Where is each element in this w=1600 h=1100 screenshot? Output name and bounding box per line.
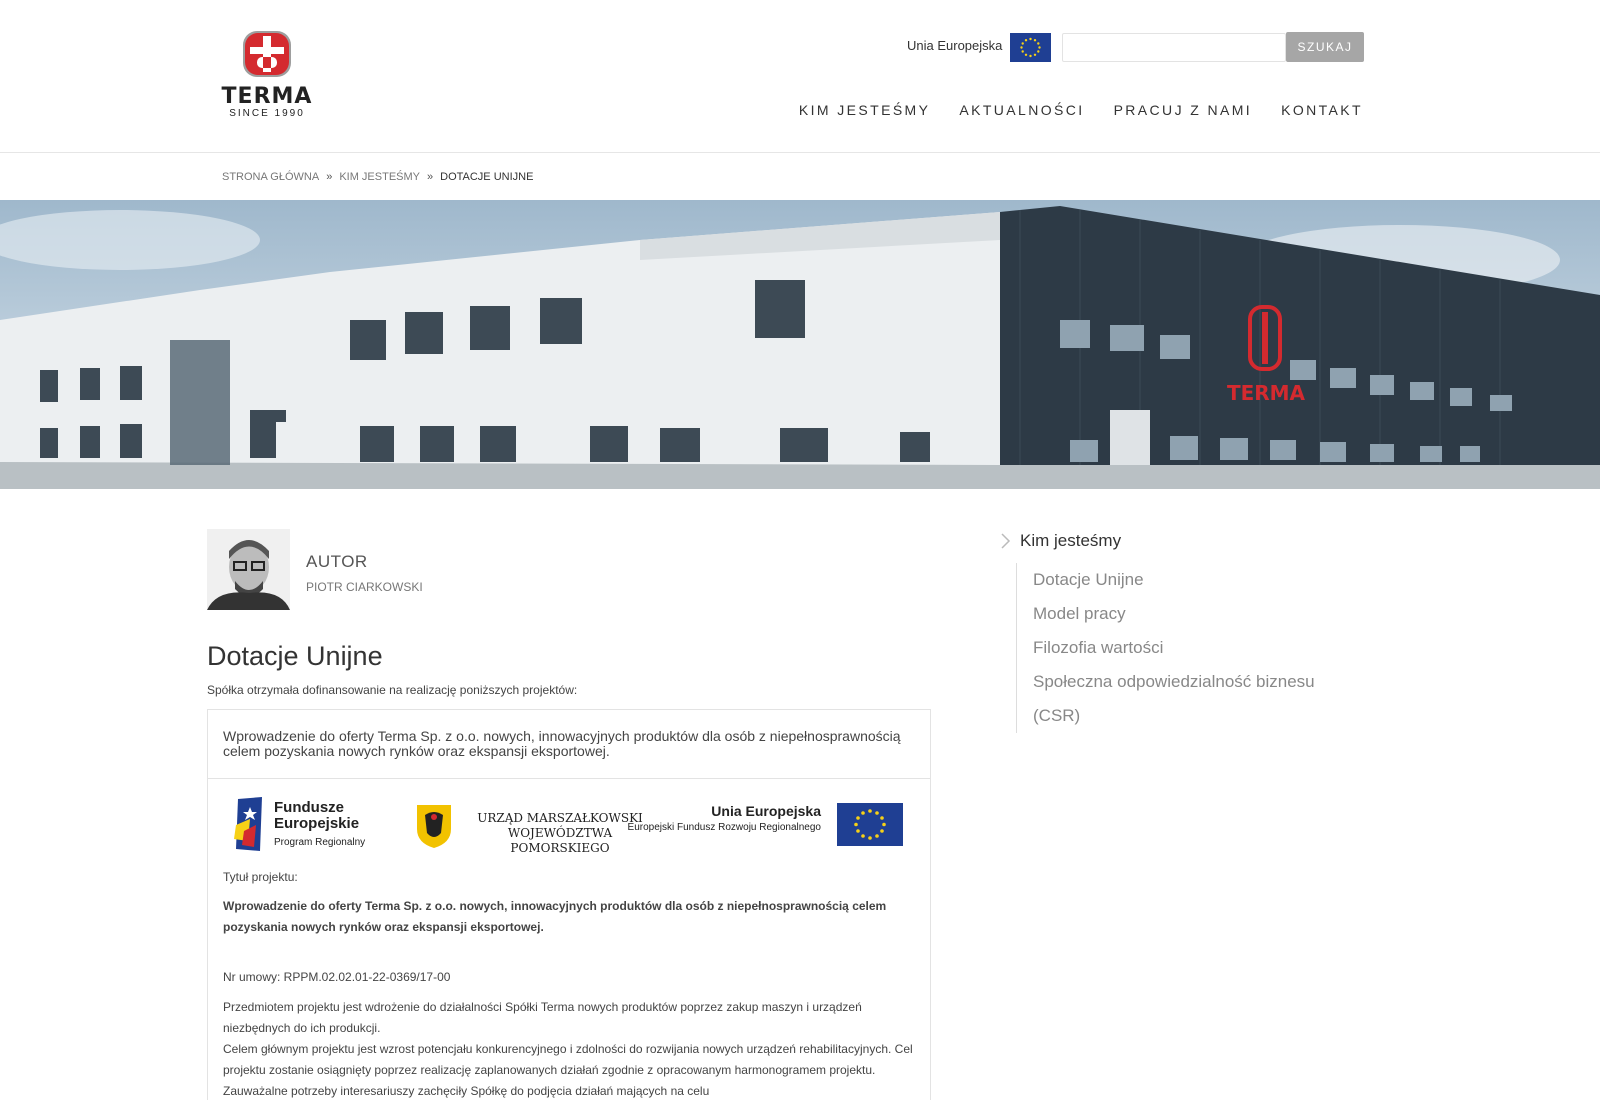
eu-link[interactable]: Unia Europejska xyxy=(907,38,1002,53)
project-card: Wprowadzenie do oferty Terma Sp. z o.o. … xyxy=(207,709,931,1100)
logo-since: SINCE 1990 xyxy=(229,108,305,119)
fundusze-europejskie-logo: Fundusze Europejskie Program Regionalny xyxy=(230,795,380,855)
author-avatar xyxy=(207,529,290,610)
project-heading: Wprowadzenie do oferty Terma Sp. z o.o. … xyxy=(208,710,930,779)
nav-item-aktualnosci[interactable]: AKTUALNOŚCI xyxy=(959,102,1084,118)
logo-wordmark: TERMA xyxy=(221,84,313,109)
terma-emblem-icon xyxy=(243,31,291,77)
ue-subtitle: Europejski Fundusz Rozwoju Regionalnego xyxy=(627,822,821,833)
chevron-right-icon xyxy=(1001,533,1011,549)
eu-flag-icon xyxy=(837,803,903,846)
sidebar-title[interactable]: Kim jesteśmy xyxy=(1000,531,1330,551)
fe-subtitle: Program Regionalny xyxy=(274,837,366,848)
eu-flag-icon[interactable] xyxy=(1010,33,1051,62)
breadcrumb-separator: » xyxy=(326,170,333,183)
ue-title: Unia Europejska xyxy=(711,803,821,819)
nav-item-kontakt[interactable]: KONTAKT xyxy=(1281,102,1363,118)
page-title: Dotacje Unijne xyxy=(207,641,383,671)
unia-europejska-logo: Unia Europejska Europejski Fundusz Rozwo… xyxy=(628,803,903,849)
intro-text: Spółka otrzymała dofinansowanie na reali… xyxy=(207,683,578,697)
nav-item-kim-jestesmy[interactable]: KIM JESTEŚMY xyxy=(799,102,930,118)
project-goal: Celem głównym projektu jest wzrost poten… xyxy=(223,1042,913,1098)
sidebar-nav: Kim jesteśmy Dotacje Unijne Model pracy … xyxy=(1000,531,1330,733)
sidebar-item-model-pracy[interactable]: Model pracy xyxy=(1033,597,1330,631)
sidebar-item-filozofia-wartosci[interactable]: Filozofia wartości xyxy=(1033,631,1330,665)
sidebar-title-label: Kim jesteśmy xyxy=(1020,531,1122,550)
project-description: Przedmiotem projektu jest wdrożenie do d… xyxy=(223,1000,862,1035)
hero-banner: TERMA xyxy=(0,200,1600,489)
building-sign: TERMA xyxy=(1227,381,1306,405)
site-header: TERMA SINCE 1990 Unia Europejska SZUKAJ … xyxy=(0,0,1600,153)
sidebar-item-dotacje-unijne[interactable]: Dotacje Unijne xyxy=(1033,563,1330,597)
author-name[interactable]: PIOTR CIARKOWSKI xyxy=(306,580,423,594)
sidebar-list: Dotacje Unijne Model pracy Filozofia war… xyxy=(1016,563,1330,733)
breadcrumb: STRONA GŁÓWNA » KIM JESTEŚMY » DOTACJE U… xyxy=(0,153,1600,200)
fe-title: Fundusze Europejskie xyxy=(274,799,360,832)
terma-logo[interactable]: TERMA SINCE 1990 xyxy=(212,30,322,120)
project-title-label: Tytuł projektu: xyxy=(223,870,298,884)
factory-building-image: TERMA xyxy=(0,200,1600,489)
contract-number: Nr umowy: RPPM.02.02.01-22-0369/17-00 xyxy=(223,970,451,984)
main-nav: KIM JESTEŚMY AKTUALNOŚCI PRACUJ Z NAMI K… xyxy=(799,102,1363,118)
breadcrumb-separator: » xyxy=(427,170,434,183)
nav-item-pracuj-z-nami[interactable]: PRACUJ Z NAMI xyxy=(1114,102,1253,118)
sidebar-item-csr[interactable]: Społeczna odpowiedzialność biznesu (CSR) xyxy=(1033,665,1330,733)
main-content: AUTOR PIOTR CIARKOWSKI Dotacje Unijne Sp… xyxy=(0,489,1600,1100)
pomorskie-coat-of-arms-icon xyxy=(417,805,451,848)
search-button[interactable]: SZUKAJ xyxy=(1286,32,1364,62)
project-title-value: Wprowadzenie do oferty Terma Sp. z o.o. … xyxy=(223,899,887,934)
breadcrumb-home[interactable]: STRONA GŁÓWNA xyxy=(222,171,319,183)
breadcrumb-parent[interactable]: KIM JESTEŚMY xyxy=(339,171,420,183)
search-input[interactable] xyxy=(1062,33,1286,62)
fe-flag-icon xyxy=(234,797,262,851)
author-label: AUTOR xyxy=(306,552,368,571)
project-body: Tytuł projektu: Wprowadzenie do oferty T… xyxy=(208,867,930,1100)
breadcrumb-current: DOTACJE UNIJNE xyxy=(440,170,534,183)
funding-logos: Fundusze Europejskie Program Regionalny … xyxy=(208,779,930,865)
